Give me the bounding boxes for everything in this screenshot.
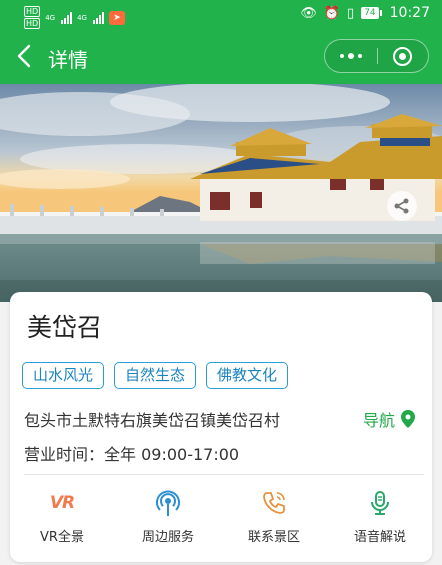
action-label: VR全景 bbox=[40, 530, 84, 545]
opening-hours: 营业时间：全年 09:00-17:00 bbox=[24, 445, 240, 464]
action-label: 语音解说 bbox=[353, 530, 406, 545]
tag-list: 山水风光 自然生态 佛教文化 bbox=[22, 362, 289, 389]
temple-photo bbox=[0, 84, 442, 302]
back-button[interactable] bbox=[14, 43, 38, 71]
alarm-icon: ⏰ bbox=[323, 5, 341, 21]
action-label: 联系景区 bbox=[247, 530, 300, 545]
mini-program-capsule bbox=[324, 39, 429, 73]
tag-badge[interactable]: 自然生态 bbox=[114, 362, 197, 389]
status-bar: HD HD 4G 4G ➤ 👁 ⏰ ▯ 74 10:27 bbox=[0, 0, 442, 29]
attraction-info-card: 美岱召 山水风光 自然生态 佛教文化 包头市土默特右旗美岱召镇美岱召村 导航 营… bbox=[10, 292, 432, 562]
tag-badge[interactable]: 佛教文化 bbox=[206, 362, 289, 389]
signal-icon bbox=[92, 11, 104, 24]
navigation-bar: 详情 bbox=[0, 30, 442, 84]
status-right: 👁 ⏰ ▯ 74 10:27 bbox=[300, 5, 430, 21]
hd-badge: HD bbox=[24, 18, 41, 29]
more-icon bbox=[358, 54, 362, 58]
hero-image bbox=[0, 84, 442, 302]
chevron-left-icon bbox=[17, 44, 31, 68]
close-target-icon[interactable] bbox=[393, 47, 412, 66]
network-type: 4G bbox=[45, 13, 56, 22]
eye-icon: 👁 bbox=[300, 5, 317, 21]
hd-badges: HD HD bbox=[24, 6, 41, 29]
capsule-divider bbox=[377, 48, 378, 64]
phone-icon bbox=[263, 492, 285, 514]
location-pin-icon bbox=[401, 410, 416, 428]
share-icon bbox=[394, 198, 409, 214]
microphone-icon bbox=[371, 491, 389, 515]
navigate-label: 导航 bbox=[363, 411, 396, 430]
more-button[interactable] bbox=[325, 40, 377, 72]
hd-badge: HD bbox=[24, 6, 41, 17]
signal-icon bbox=[61, 11, 73, 24]
attraction-name: 美岱召 bbox=[27, 313, 103, 342]
network-type: 4G bbox=[77, 13, 87, 22]
address-text: 包头市土默特右旗美岱召镇美岱召村 bbox=[24, 411, 281, 430]
navigate-button[interactable]: 导航 bbox=[363, 407, 416, 431]
vr-icon: VR bbox=[49, 493, 75, 513]
tag-badge[interactable]: 山水风光 bbox=[22, 362, 105, 389]
action-bar: VR VR全景 周边服务 联系景区 语音解说 bbox=[10, 488, 432, 548]
audio-guide-button[interactable]: 语音解说 bbox=[330, 488, 430, 548]
nearby-services-button[interactable]: 周边服务 bbox=[118, 488, 218, 548]
contact-button[interactable]: 联系景区 bbox=[224, 488, 324, 548]
action-label: 周边服务 bbox=[141, 530, 194, 545]
broadcast-icon bbox=[156, 490, 180, 516]
top-bar: HD HD 4G 4G ➤ 👁 ⏰ ▯ 74 10:27 详情 bbox=[0, 0, 442, 84]
status-left: HD HD 4G 4G ➤ bbox=[24, 6, 125, 29]
notification-app-icon: ➤ bbox=[108, 10, 125, 25]
more-icon bbox=[348, 53, 354, 59]
clock: 10:27 bbox=[389, 5, 430, 21]
battery-icon: 74 bbox=[361, 7, 383, 19]
more-icon bbox=[340, 54, 344, 58]
vr-panorama-button[interactable]: VR VR全景 bbox=[12, 488, 112, 548]
vibrate-icon: ▯ bbox=[347, 5, 355, 21]
divider bbox=[24, 474, 424, 475]
page-title: 详情 bbox=[48, 48, 88, 72]
share-button[interactable] bbox=[387, 191, 417, 221]
